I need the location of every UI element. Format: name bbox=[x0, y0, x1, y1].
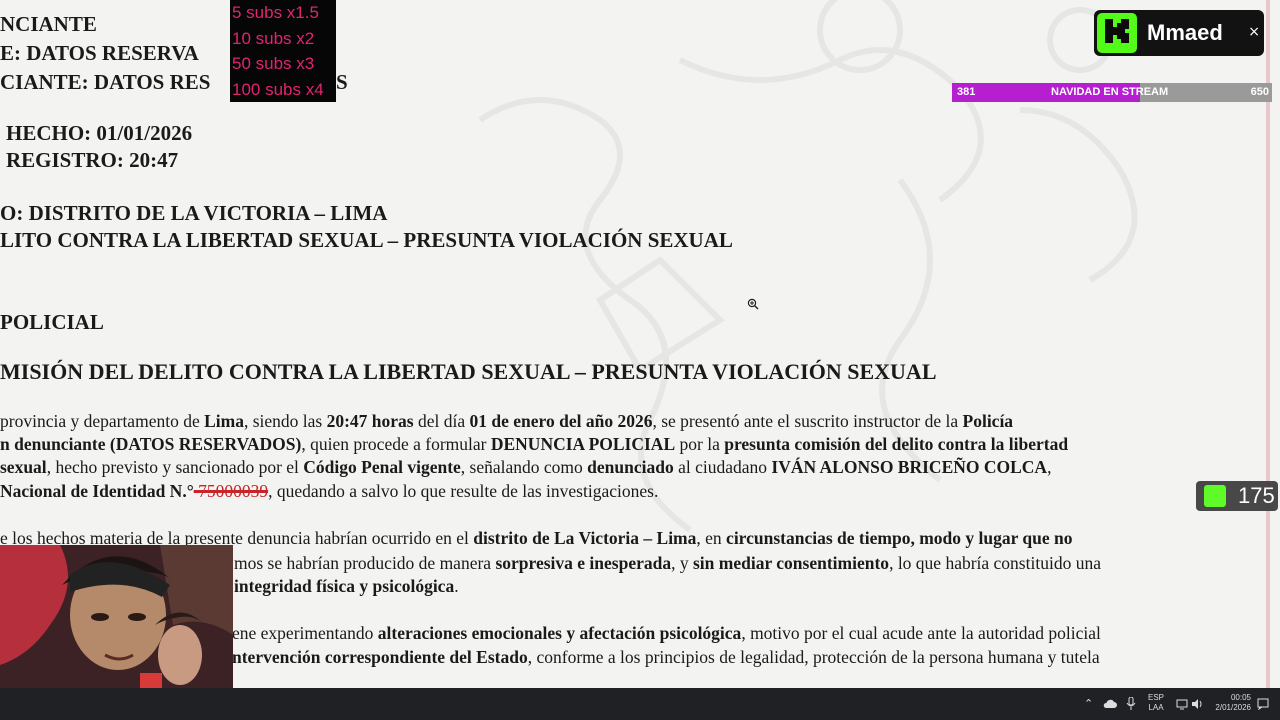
subs-tier-4: 100 subs x4 bbox=[232, 79, 324, 99]
mic-icon[interactable] bbox=[1126, 697, 1136, 710]
keyboard-layout: LAA bbox=[1148, 703, 1164, 712]
notification-icon[interactable] bbox=[1257, 698, 1269, 710]
webcam-feed bbox=[0, 545, 233, 688]
tipo-delito: LITO CONTRA LA LIBERTAD SEXUAL – PRESUNT… bbox=[0, 228, 733, 252]
section-comision: MISIÓN DEL DELITO CONTRA LA LIBERTAD SEX… bbox=[0, 359, 937, 384]
subs-tier-1: 5 subs x1.5 bbox=[232, 3, 319, 22]
paragraph-1-line-2: n denunciante (DATOS RESERVADOS), quien … bbox=[0, 434, 1069, 454]
clock-time: 00:05 bbox=[1230, 693, 1251, 702]
paragraph-1-line-1: provincia y departamento de Lima, siendo… bbox=[0, 411, 1014, 431]
subs-tier-3: 50 subs x3 bbox=[232, 54, 315, 73]
goal-current: 381 bbox=[957, 86, 976, 98]
zoom-in-icon[interactable] bbox=[747, 298, 759, 310]
streamer-brand-badge: Mmaed × bbox=[1094, 10, 1264, 56]
paragraph-3-line-1: ene experimentando alteraciones emociona… bbox=[232, 623, 1101, 643]
header-line-3: CIANTE: DATOS RES bbox=[0, 70, 211, 94]
lugar-hecho: O: DISTRITO DE LA VICTORIA – LIMA bbox=[0, 201, 388, 225]
clock-date: 2/01/2026 bbox=[1215, 703, 1251, 712]
redacted-dni: 75000039 bbox=[193, 481, 269, 501]
page-edge bbox=[1266, 0, 1270, 688]
hora-registro: REGISTRO: 20:47 bbox=[6, 148, 179, 172]
cloud-icon[interactable] bbox=[1103, 699, 1117, 709]
system-clock[interactable]: 00:05 2/01/2026 bbox=[1205, 693, 1251, 713]
header-line-4: S bbox=[336, 70, 348, 94]
paragraph-2-line-3: integridad física y psicológica. bbox=[234, 576, 459, 596]
language-code: ESP bbox=[1148, 693, 1165, 702]
kick-logo-icon bbox=[1097, 13, 1137, 53]
subs-multiplier-overlay: 5 subs x1.5 10 subs x2 50 subs x3 100 su… bbox=[230, 0, 336, 102]
sub-goal-bar: 381 NAVIDAD EN STREAM 650 bbox=[952, 83, 1272, 102]
close-icon[interactable]: × bbox=[1248, 24, 1260, 40]
subs-tier-2: 10 subs x2 bbox=[232, 28, 315, 48]
goal-title: NAVIDAD EN STREAM bbox=[1051, 86, 1169, 98]
fecha-hecho: HECHO: 01/01/2026 bbox=[6, 121, 193, 145]
chevron-up-icon[interactable]: ⌃ bbox=[1084, 697, 1093, 710]
viewer-count: 175 bbox=[1238, 483, 1275, 508]
kick-logo-icon bbox=[1204, 485, 1226, 507]
paragraph-1-line-4: Nacional de Identidad N.° 75000039, qued… bbox=[0, 481, 659, 501]
taskbar: ⌃ ESP LAA 00:05 2/01/2026 bbox=[0, 688, 1280, 720]
header-line-1: NCIANTE bbox=[0, 12, 97, 36]
volume-icon[interactable] bbox=[1191, 698, 1203, 710]
section-policial: POLICIAL bbox=[0, 310, 104, 334]
input-language[interactable]: ESP LAA bbox=[1148, 693, 1164, 713]
header-line-2: E: DATOS RESERVA bbox=[0, 41, 199, 65]
viewer-count-badge: 175 bbox=[1196, 481, 1278, 511]
network-icon[interactable] bbox=[1176, 698, 1188, 710]
watermark-emblem bbox=[478, 0, 1138, 533]
paragraph-1-line-3: sexual, hecho previsto y sancionado por … bbox=[0, 457, 1052, 477]
goal-target: 650 bbox=[1250, 86, 1269, 98]
streamer-name: Mmaed bbox=[1147, 20, 1223, 45]
paragraph-3-line-2: ntervención correspondiente del Estado, … bbox=[232, 647, 1100, 667]
paragraph-2-line-2: mos se habrían producido de manera sorpr… bbox=[234, 553, 1101, 573]
